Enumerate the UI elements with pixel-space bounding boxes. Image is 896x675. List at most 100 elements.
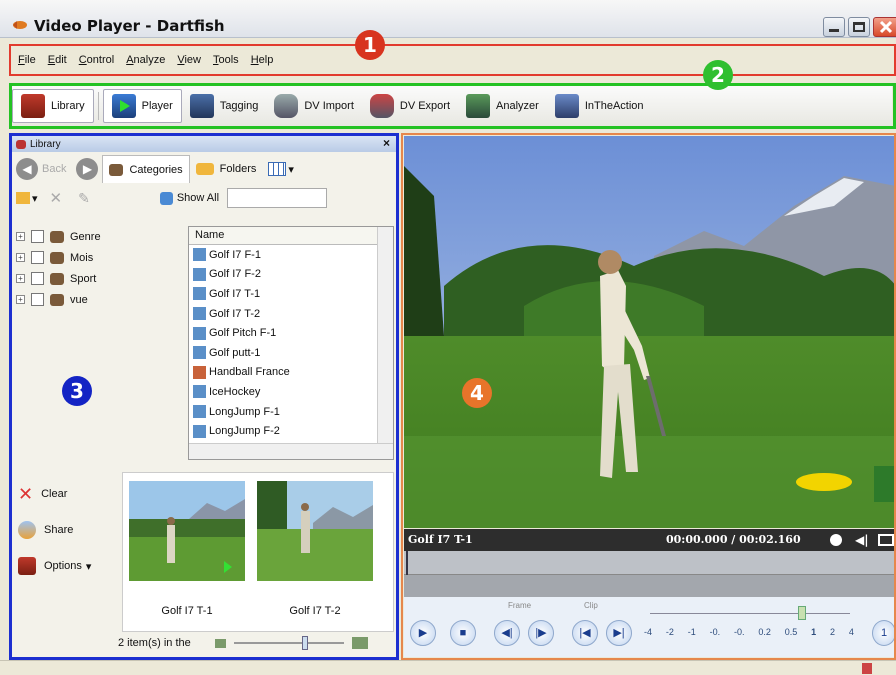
screen-icon[interactable] (878, 534, 894, 546)
tagging-icon (189, 94, 214, 118)
intheaction-button[interactable]: InTheAction (547, 89, 652, 123)
title-bar: Video Player - Dartfish (0, 0, 896, 38)
clear-button[interactable]: ✕ Clear (18, 476, 118, 512)
dropdown-arrow-icon[interactable]: ▾ (32, 192, 38, 205)
volume-icon[interactable]: ◀| (855, 533, 869, 547)
analyzer-button[interactable]: Analyzer (458, 89, 547, 123)
tagging-button[interactable]: Tagging (182, 89, 267, 123)
stop-button[interactable]: ■ (450, 620, 476, 646)
list-item[interactable]: Golf I7 F-2 (189, 265, 393, 285)
tree-item[interactable]: + Mois (16, 247, 184, 268)
dv-export-button[interactable]: DV Export (362, 89, 458, 123)
category-checkbox[interactable] (31, 230, 44, 243)
library-button[interactable]: Library (12, 89, 94, 123)
main-toolbar: Library Player Tagging DV Import DV Expo… (12, 86, 892, 126)
expand-icon[interactable]: + (16, 295, 25, 304)
tree-item[interactable]: + Sport (16, 268, 184, 289)
category-checkbox[interactable] (31, 272, 44, 285)
forward-arrow-icon[interactable]: ▶ (76, 158, 99, 180)
slider-handle[interactable] (301, 636, 308, 650)
menu-file[interactable]: File (18, 54, 36, 66)
library-icon (21, 94, 45, 118)
show-all-button[interactable]: Show All (177, 192, 219, 204)
back-label[interactable]: Back (42, 163, 66, 175)
item-count-text: 2 item(s) in the (118, 637, 191, 649)
filter-input[interactable] (227, 188, 328, 208)
tree-item[interactable]: + Genre (16, 226, 184, 247)
thumb-size-slider[interactable] (233, 636, 344, 650)
file-list: Name Golf I7 F-1 Golf I7 F-2 Golf I7 T-1… (188, 226, 394, 460)
window-title: Video Player - Dartfish (34, 17, 225, 35)
menu-control[interactable]: Control (79, 54, 114, 66)
minimize-button[interactable] (823, 17, 845, 37)
delete-icon[interactable]: ✕ (50, 189, 63, 207)
close-panel-icon[interactable]: × (383, 136, 390, 150)
player-button[interactable]: Player (102, 89, 182, 123)
previous-clip-button[interactable]: |◀ (572, 620, 598, 646)
maximize-button[interactable] (848, 17, 870, 37)
play-button[interactable]: ▶ (410, 620, 436, 646)
vertical-scrollbar[interactable] (377, 227, 393, 443)
grid-view-icon (268, 162, 287, 176)
menu-analyze[interactable]: Analyze (126, 54, 165, 66)
expand-icon[interactable]: + (16, 274, 25, 283)
tab-folders[interactable]: Folders (190, 155, 263, 183)
share-button[interactable]: Share (18, 512, 118, 548)
dartfish-logo-icon (13, 21, 27, 29)
category-checkbox[interactable] (31, 293, 44, 306)
next-frame-button[interactable]: |▶ (528, 620, 554, 646)
thumbnail-item[interactable]: Golf I7 T-1 (129, 481, 245, 617)
library-status-bar: 2 item(s) in the (118, 632, 394, 654)
menu-view[interactable]: View (177, 54, 201, 66)
callout-badge-2: 2 (703, 60, 733, 90)
menu-tools[interactable]: Tools (213, 54, 239, 66)
large-thumb-icon[interactable] (351, 637, 368, 649)
expand-icon[interactable]: + (16, 253, 25, 262)
dv-import-button[interactable]: DV Import (266, 89, 362, 123)
tree-item[interactable]: + vue (16, 289, 184, 310)
speed-slider-handle[interactable] (798, 606, 806, 620)
expand-icon[interactable]: + (16, 232, 25, 241)
list-item[interactable]: Golf I7 T-1 (189, 284, 393, 304)
view-mode-button[interactable]: ▾ (262, 155, 300, 183)
horizontal-scrollbar[interactable] (189, 443, 393, 459)
speed-reset-button[interactable]: 1 (872, 620, 896, 646)
list-item[interactable]: Golf putt-1 (189, 343, 393, 363)
show-all-icon (159, 191, 173, 205)
next-clip-button[interactable]: ▶| (606, 620, 632, 646)
new-category-icon[interactable] (16, 192, 30, 204)
menu-edit[interactable]: Edit (48, 54, 67, 66)
dropdown-arrow-icon: ▾ (85, 560, 92, 573)
tab-categories[interactable]: Categories (102, 155, 190, 183)
speed-tick-labels: -4 -2 -1 -0. -0. 0.2 0.5 1 2 4 (644, 627, 854, 637)
list-item[interactable]: IceHockey (189, 382, 393, 402)
status-bar (0, 660, 896, 675)
previous-frame-button[interactable]: ◀| (494, 620, 520, 646)
category-tree: + Genre + Mois + Sport + vue (16, 226, 184, 310)
list-item[interactable]: LongJump F-1 (189, 402, 393, 422)
options-button[interactable]: Options ▾ (18, 548, 118, 584)
golf-thumbnail-image (129, 481, 245, 581)
edit-pencil-icon[interactable]: ✎ (78, 190, 90, 207)
playhead-marker[interactable] (406, 551, 408, 575)
categories-icon (109, 163, 124, 176)
thumbnail-item[interactable]: Golf I7 T-2 (257, 481, 373, 617)
menu-help[interactable]: Help (251, 54, 274, 66)
close-window-button[interactable] (873, 17, 896, 37)
list-item[interactable]: Handball France (189, 363, 393, 383)
category-checkbox[interactable] (31, 251, 44, 264)
video-viewport[interactable] (404, 136, 896, 528)
library-small-icon (16, 139, 26, 149)
timeline-track[interactable] (404, 551, 896, 575)
list-item[interactable]: Golf I7 T-2 (189, 304, 393, 324)
list-item[interactable]: Golf Pitch F-1 (189, 323, 393, 343)
back-arrow-icon[interactable]: ◀ (16, 158, 38, 180)
camera-import-icon (274, 94, 299, 118)
video-info-bar: Golf I7 T-1 00:00.000 / 00:02.160 ◀| (404, 529, 896, 551)
column-header-name[interactable]: Name (189, 227, 393, 245)
small-thumb-icon[interactable] (214, 638, 226, 648)
list-item[interactable]: LongJump F-2 (189, 421, 393, 441)
record-icon[interactable] (830, 534, 842, 546)
timeline[interactable] (404, 551, 896, 597)
list-item[interactable]: Golf I7 F-1 (189, 245, 393, 265)
